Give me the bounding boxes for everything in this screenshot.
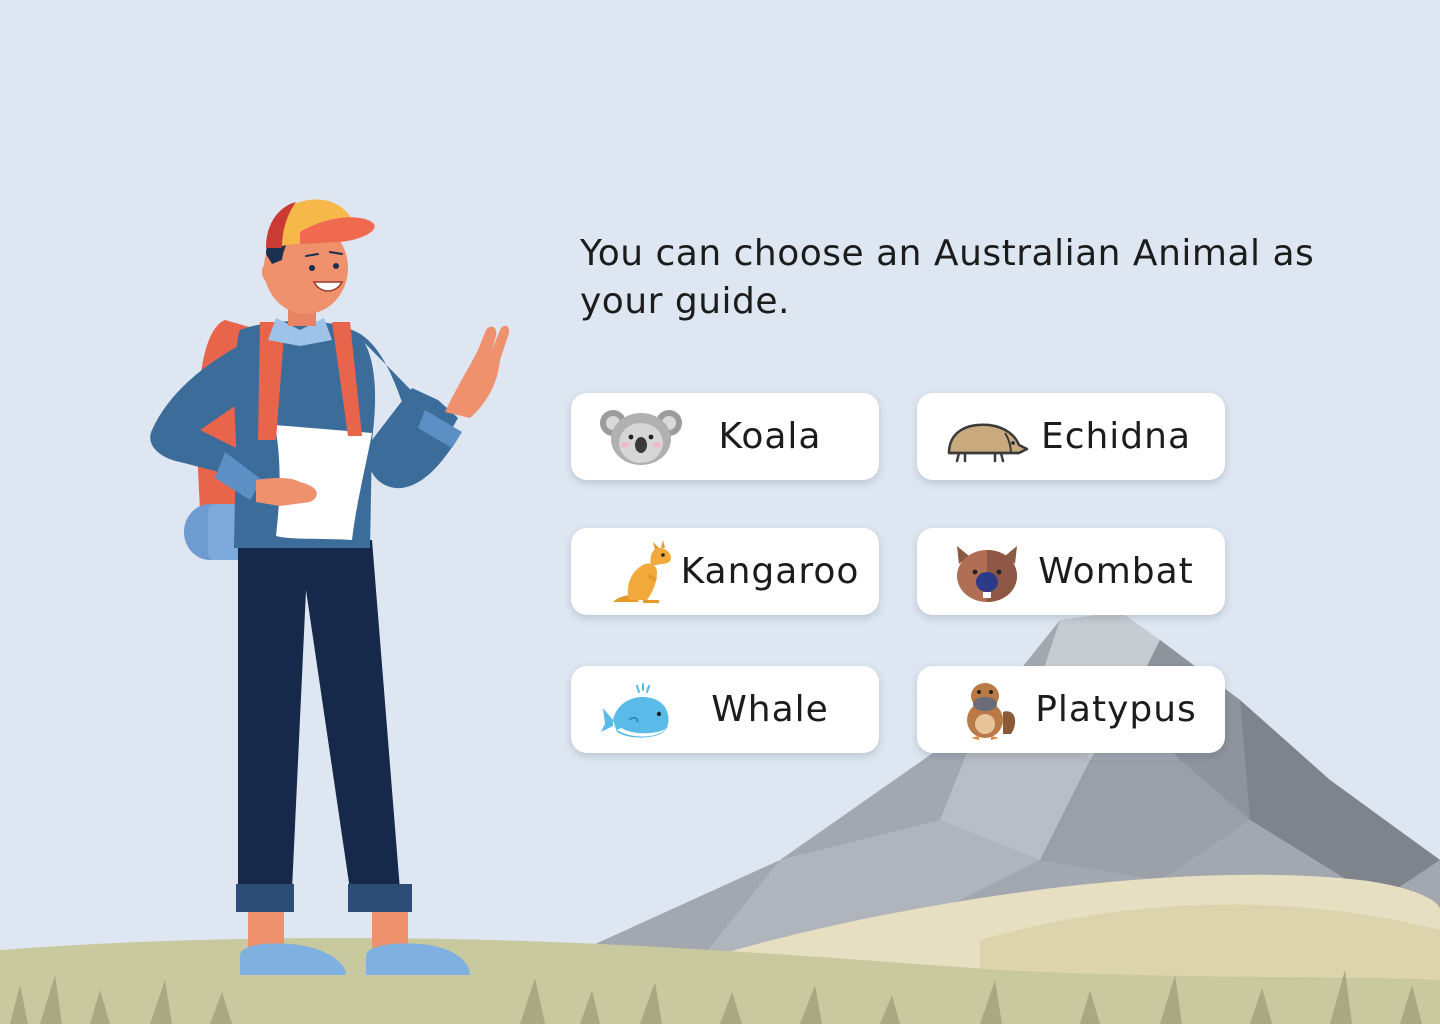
option-label: Echidna <box>1040 416 1192 457</box>
option-label: Kangaroo <box>680 551 860 592</box>
option-kangaroo[interactable]: Kangaroo <box>571 528 879 615</box>
option-wombat[interactable]: Wombat <box>917 528 1225 615</box>
option-label: Koala <box>718 416 822 457</box>
option-koala[interactable]: Koala <box>571 393 879 480</box>
option-platypus[interactable]: Platypus <box>917 666 1225 753</box>
option-echidna[interactable]: Echidna <box>917 393 1225 480</box>
option-label: Platypus <box>1035 689 1197 730</box>
option-whale[interactable]: Whale <box>571 666 879 753</box>
option-label: Wombat <box>1038 551 1194 592</box>
option-label: Whale <box>711 689 829 730</box>
background-scene <box>0 0 1440 1024</box>
prompt-text: You can choose an Australian Animal as y… <box>580 233 1315 322</box>
